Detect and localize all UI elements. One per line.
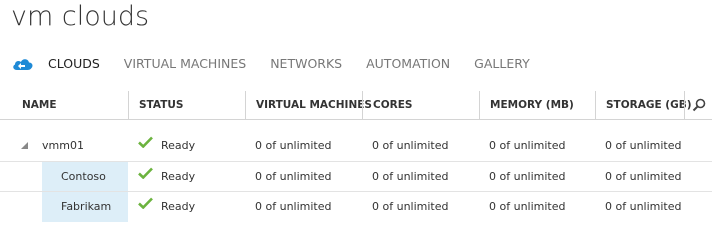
page-title: vm clouds <box>11 1 150 32</box>
row-storage: 0 of unlimited <box>605 200 682 213</box>
row-status-label: Ready <box>161 200 196 213</box>
table-row[interactable]: vmm01 Ready 0 of unlimited 0 of unlimite… <box>0 131 712 161</box>
checkmark-icon <box>138 161 153 191</box>
row-memory: 0 of unlimited <box>489 139 566 152</box>
clouds-icon <box>11 53 35 73</box>
column-header-cores[interactable]: CORES <box>362 91 479 119</box>
row-memory: 0 of unlimited <box>489 200 566 213</box>
row-name[interactable]: Contoso <box>61 162 106 192</box>
row-storage: 0 of unlimited <box>605 170 682 183</box>
table-row[interactable]: Contoso Ready 0 of unlimited 0 of unlimi… <box>0 161 712 192</box>
row-status: Ready <box>128 192 195 222</box>
row-cores: 0 of unlimited <box>372 200 449 213</box>
column-header-memory[interactable]: MEMORY (MB) <box>479 91 595 119</box>
row-status-label: Ready <box>161 139 196 152</box>
table-header: NAME STATUS VIRTUAL MACHINES CORES MEMOR… <box>0 91 712 120</box>
row-name[interactable]: Fabrikam <box>61 192 111 222</box>
checkmark-icon <box>138 191 153 221</box>
search-icon[interactable] <box>684 91 712 119</box>
tab-automation[interactable]: AUTOMATION <box>366 56 450 71</box>
tab-clouds[interactable]: CLOUDS <box>48 56 100 71</box>
row-name: vmm01 <box>42 139 84 152</box>
row-storage: 0 of unlimited <box>605 139 682 152</box>
collapse-triangle-icon[interactable] <box>21 142 28 149</box>
row-status-label: Ready <box>161 170 196 183</box>
column-header-storage[interactable]: STORAGE (GB) <box>595 91 692 119</box>
column-header-virtual-machines[interactable]: VIRTUAL MACHINES <box>245 91 372 119</box>
row-virtual-machines: 0 of unlimited <box>255 200 332 213</box>
clouds-table: NAME STATUS VIRTUAL MACHINES CORES MEMOR… <box>0 91 712 222</box>
row-cores: 0 of unlimited <box>372 170 449 183</box>
table-row[interactable]: Fabrikam Ready 0 of unlimited 0 of unlim… <box>0 191 712 222</box>
tab-virtual-machines[interactable]: VIRTUAL MACHINES <box>124 56 246 71</box>
tab-networks[interactable]: NETWORKS <box>270 56 342 71</box>
tab-bar: CLOUDS VIRTUAL MACHINES NETWORKS AUTOMAT… <box>11 53 554 73</box>
column-header-status[interactable]: STATUS <box>128 91 245 119</box>
row-memory: 0 of unlimited <box>489 170 566 183</box>
row-cores: 0 of unlimited <box>372 139 449 152</box>
checkmark-icon <box>138 130 153 160</box>
row-status: Ready <box>128 131 195 161</box>
tab-gallery[interactable]: GALLERY <box>474 56 530 71</box>
column-header-name[interactable]: NAME <box>0 91 128 119</box>
row-virtual-machines: 0 of unlimited <box>255 170 332 183</box>
row-virtual-machines: 0 of unlimited <box>255 139 332 152</box>
row-status: Ready <box>128 162 195 192</box>
